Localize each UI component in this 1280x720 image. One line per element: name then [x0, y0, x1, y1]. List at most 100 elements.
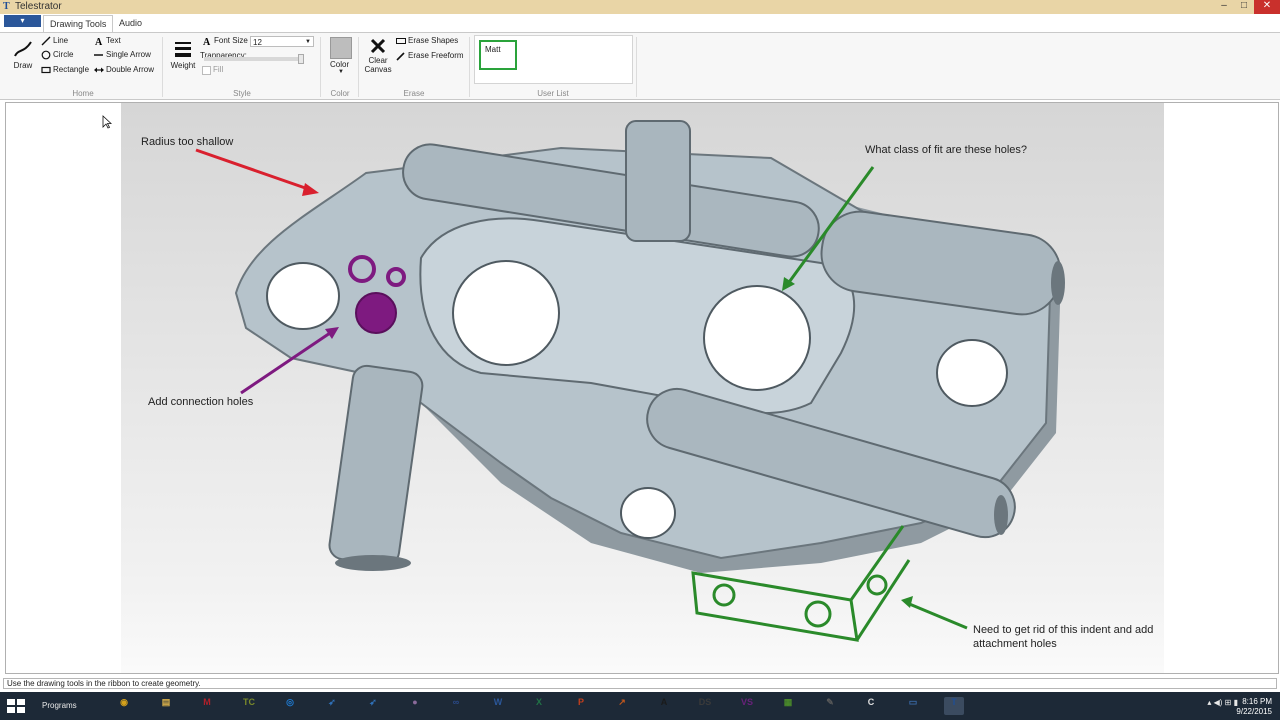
windows-start-icon[interactable]	[6, 698, 26, 714]
lower-left-boss	[328, 364, 424, 567]
system-tray[interactable]: ▴ ◀) ⊞ ▮	[1207, 698, 1238, 707]
taskbar-telestrator-icon[interactable]: T	[944, 697, 964, 715]
tab-drawing-tools[interactable]: Drawing Tools	[43, 15, 114, 32]
divider	[358, 37, 359, 97]
home-group-label: Home	[72, 89, 94, 98]
erase-group-label: Erase	[403, 89, 425, 98]
taskbar-app-red-icon[interactable]: M	[197, 697, 217, 715]
status-bar: Use the drawing tools in the ribbon to c…	[3, 678, 1277, 689]
window-controls: – □ ✕	[1214, 0, 1280, 14]
close-button[interactable]: ✕	[1254, 0, 1280, 14]
divider	[320, 37, 321, 97]
single-arrow-button[interactable]: Single Arrow	[94, 50, 151, 60]
font-size-label: Font Size	[214, 36, 248, 46]
line-label: Line	[53, 36, 69, 46]
text-label: Text	[106, 36, 121, 46]
annotation-radius-too-shallow: Radius too shallow	[141, 136, 234, 148]
clear-canvas-label-1: Clear	[368, 56, 388, 65]
taskbar-app-txc-icon[interactable]: TC	[239, 697, 259, 715]
user-chip-matt[interactable]: Matt	[479, 40, 517, 70]
color-button-label[interactable]: Color	[330, 60, 349, 69]
telestrator-app-icon: T	[3, 1, 10, 12]
file-menu-button[interactable]: ▾	[4, 15, 41, 27]
font-size-dropdown[interactable]: 12 ▼	[250, 36, 314, 47]
rectangle-icon	[41, 65, 51, 75]
erase-shapes-button[interactable]: Erase Shapes	[396, 36, 458, 46]
color-swatch[interactable]	[330, 37, 352, 59]
taskbar-chrome-icon[interactable]: ◉	[114, 697, 134, 715]
annotation-indent-line-2: attachment holes	[973, 638, 1057, 650]
taskbar-powerpoint-icon[interactable]: P	[571, 697, 591, 715]
taskbar-app-sphere-icon[interactable]: ●	[405, 697, 425, 715]
programs-button[interactable]: Programs	[42, 701, 77, 710]
circle-button[interactable]: Circle	[41, 50, 73, 60]
fill-checkbox[interactable]	[202, 66, 211, 75]
user-name: Matt	[485, 45, 501, 54]
color-group-label: Color	[330, 89, 350, 98]
taskbar-app-ds-icon[interactable]: DS	[695, 697, 715, 715]
taskbar-app-swoosh-icon[interactable]: ➶	[322, 697, 342, 715]
user-list[interactable]: Matt	[474, 35, 633, 84]
eraser-shapes-icon	[396, 36, 406, 46]
annotation-fit-class: What class of fit are these holes?	[865, 144, 1028, 156]
freehand-draw-icon	[14, 41, 32, 57]
taskbar-app-notepad-icon[interactable]: ▦	[778, 697, 798, 715]
single-arrow-icon	[94, 50, 104, 60]
rectangle-button[interactable]: Rectangle	[41, 65, 89, 75]
taskbar-app-window-icon[interactable]: ▭	[903, 697, 923, 715]
tab-audio[interactable]: Audio	[113, 15, 148, 31]
green-hole-circle-3	[866, 574, 888, 596]
clock[interactable]: 8:16 PM 9/22/2015	[1236, 697, 1272, 717]
cad-model-view: Radius too shallow What class of fit are…	[121, 103, 1164, 673]
taskbar-visual-studio-icon[interactable]: VS	[737, 697, 757, 715]
clear-canvas-button[interactable]: Clear Canvas	[364, 38, 392, 74]
erase-freeform-button[interactable]: Erase Freeform	[396, 51, 464, 61]
green-indent-sketch	[691, 571, 859, 642]
right-cylinder-end	[1051, 261, 1065, 305]
clear-canvas-label-2: Canvas	[364, 65, 392, 74]
clock-time: 8:16 PM	[1242, 697, 1272, 706]
taskbar-app-swoosh-2-icon[interactable]: ➶	[363, 697, 383, 715]
slider-thumb[interactable]	[298, 54, 304, 64]
taskbar-file-explorer-icon[interactable]: ▤	[156, 697, 176, 715]
center-hole-1	[452, 260, 560, 366]
purple-circle-large	[355, 292, 397, 334]
taskbar-app-blue-circle-icon[interactable]: ◎	[280, 697, 300, 715]
draw-label: Draw	[13, 61, 33, 70]
weight-label: Weight	[170, 61, 196, 70]
mouse-cursor-icon	[102, 115, 112, 129]
taskbar-excel-icon[interactable]: X	[529, 697, 549, 715]
title-bar: T Telestrator – □ ✕	[0, 0, 1280, 14]
font-size-label-group: A Font Size	[202, 36, 248, 46]
transparency-slider[interactable]	[204, 54, 304, 64]
taskbar-app-a-icon[interactable]: A	[654, 697, 674, 715]
line-button[interactable]: Line	[41, 36, 68, 46]
taskbar-app-c-icon[interactable]: C	[861, 697, 881, 715]
draw-button[interactable]: Draw	[10, 39, 36, 70]
minimize-button[interactable]: –	[1214, 0, 1234, 14]
taskbar-app-pen-icon[interactable]: ✎	[820, 697, 840, 715]
taskbar-word-icon[interactable]: W	[488, 697, 508, 715]
svg-text:A: A	[95, 37, 103, 46]
clock-date: 9/22/2015	[1236, 707, 1272, 716]
center-hole-2	[703, 285, 811, 391]
divider	[636, 37, 637, 97]
chevron-down-icon: ▼	[338, 69, 344, 75]
divider	[162, 37, 163, 97]
text-icon: A	[94, 36, 104, 46]
green-hole-circle-2	[804, 600, 832, 628]
erase-freeform-label: Erase Freeform	[408, 51, 464, 61]
font-size-value: 12	[253, 38, 262, 47]
annotation-indent-line-1: Need to get rid of this indent and add	[973, 624, 1154, 636]
line-weight-icon	[175, 42, 191, 57]
double-arrow-button[interactable]: Double Arrow	[94, 65, 154, 75]
boss-end	[335, 555, 411, 571]
fill-label: Fill	[213, 65, 224, 74]
taskbar-app-arrow-icon[interactable]: ↗	[612, 697, 632, 715]
ribbon: Draw Line Circle Rectangle A Text Single …	[0, 32, 1280, 100]
red-arrow	[195, 148, 312, 192]
maximize-button[interactable]: □	[1234, 0, 1254, 14]
weight-button[interactable]: Weight	[168, 39, 198, 70]
taskbar-app-link-icon[interactable]: ∞	[446, 697, 466, 715]
text-button[interactable]: A Text	[94, 36, 121, 46]
